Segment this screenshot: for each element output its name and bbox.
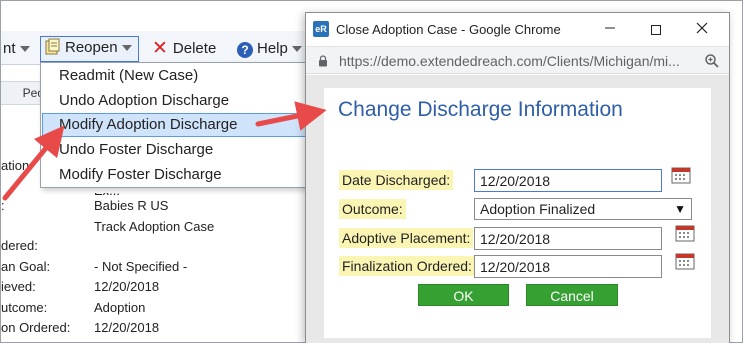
help-button[interactable]: ? Help: [237, 38, 302, 60]
close-button[interactable]: [679, 13, 725, 46]
delete-label: Delete: [172, 40, 217, 57]
menu-item-readmit[interactable]: Readmit (New Case): [42, 64, 308, 88]
title-bar[interactable]: eR Close Adoption Case - Google Chrome: [306, 13, 729, 46]
detail-value: 12/20/2018: [94, 320, 160, 335]
detail-label: utcome:: [1, 300, 48, 315]
detail-value: Track Adoption Case: [94, 219, 215, 234]
menu-item-modify-adoption-discharge[interactable]: Modify Adoption Discharge: [42, 113, 308, 137]
adoptive-placement-input[interactable]: [474, 227, 662, 250]
adoptive-placement-label: Adoptive Placement:: [339, 228, 474, 248]
delete-x-icon: ✕: [152, 38, 168, 59]
address-bar[interactable]: https://demo.extendedreach.com/Clients/M…: [306, 46, 729, 74]
calendar-icon[interactable]: [675, 224, 695, 242]
finalization-ordered-label: Finalization Ordered:: [339, 256, 475, 276]
outcome-label: Outcome:: [339, 199, 406, 219]
url-text: https://demo.extendedreach.com/Clients/M…: [339, 53, 680, 69]
date-discharged-input[interactable]: [474, 169, 662, 192]
calendar-icon[interactable]: [675, 252, 695, 270]
minimize-button[interactable]: [587, 13, 633, 46]
detail-value: - Not Specified -: [94, 259, 188, 274]
document-icon: [44, 38, 61, 55]
detail-label: ation: [1, 158, 30, 173]
window-title: Close Adoption Case - Google Chrome: [336, 22, 561, 37]
ok-button[interactable]: OK: [418, 284, 509, 306]
delete-button[interactable]: ✕ Delete: [152, 38, 216, 60]
maximize-icon: [651, 25, 661, 36]
toolbar: nt Reopen ✕ Delete ? Help: [1, 31, 331, 65]
detail-label: on Ordered:: [1, 320, 71, 335]
maximize-button[interactable]: [633, 13, 679, 46]
zoom-icon[interactable]: [704, 53, 720, 69]
popup-window: eR Close Adoption Case - Google Chrome h…: [305, 12, 730, 343]
detail-label: dered:: [1, 238, 38, 253]
chevron-down-icon: [121, 45, 132, 52]
dropdown-arrow-icon: ▼: [674, 202, 686, 216]
chevron-down-icon: [291, 46, 302, 53]
form-title: Change Discharge Information: [338, 98, 623, 121]
toolbar-partial-label: nt: [3, 40, 16, 57]
reopen-label: Reopen: [65, 39, 118, 56]
app-logo-icon: eR: [313, 21, 329, 37]
detail-value: 12/20/2018: [94, 279, 160, 294]
minimize-icon: [605, 27, 615, 29]
close-icon: [696, 22, 708, 34]
popup-content: Change Discharge Information Date Discha…: [306, 75, 729, 343]
menu-item-undo-foster-discharge[interactable]: Undo Foster Discharge: [42, 138, 308, 162]
lock-icon: [319, 55, 327, 67]
help-icon: ?: [237, 42, 253, 58]
detail-value: Adoption: [94, 300, 146, 315]
menu-item-modify-foster-discharge[interactable]: Modify Foster Discharge: [42, 163, 308, 187]
finalization-ordered-input[interactable]: [474, 255, 662, 278]
reopen-dropdown-menu: Readmit (New Case) Undo Adoption Dischar…: [40, 62, 310, 188]
form-panel: Change Discharge Information Date Discha…: [324, 88, 711, 338]
detail-label: ieved:: [1, 279, 36, 294]
cancel-button[interactable]: Cancel: [526, 284, 618, 306]
date-discharged-label: Date Discharged:: [339, 170, 454, 190]
detail-label: :: [1, 198, 5, 213]
outcome-value: Adoption Finalized: [480, 201, 596, 217]
menu-item-undo-adoption-discharge[interactable]: Undo Adoption Discharge: [42, 89, 308, 113]
chevron-down-icon: [19, 46, 30, 53]
help-label: Help: [257, 40, 288, 57]
toolbar-partial-item[interactable]: nt: [3, 38, 30, 60]
calendar-icon[interactable]: [671, 166, 691, 184]
detail-label: an Goal:: [1, 259, 51, 274]
reopen-button[interactable]: Reopen: [40, 36, 139, 62]
outcome-select[interactable]: Adoption Finalized ▼: [474, 198, 692, 220]
